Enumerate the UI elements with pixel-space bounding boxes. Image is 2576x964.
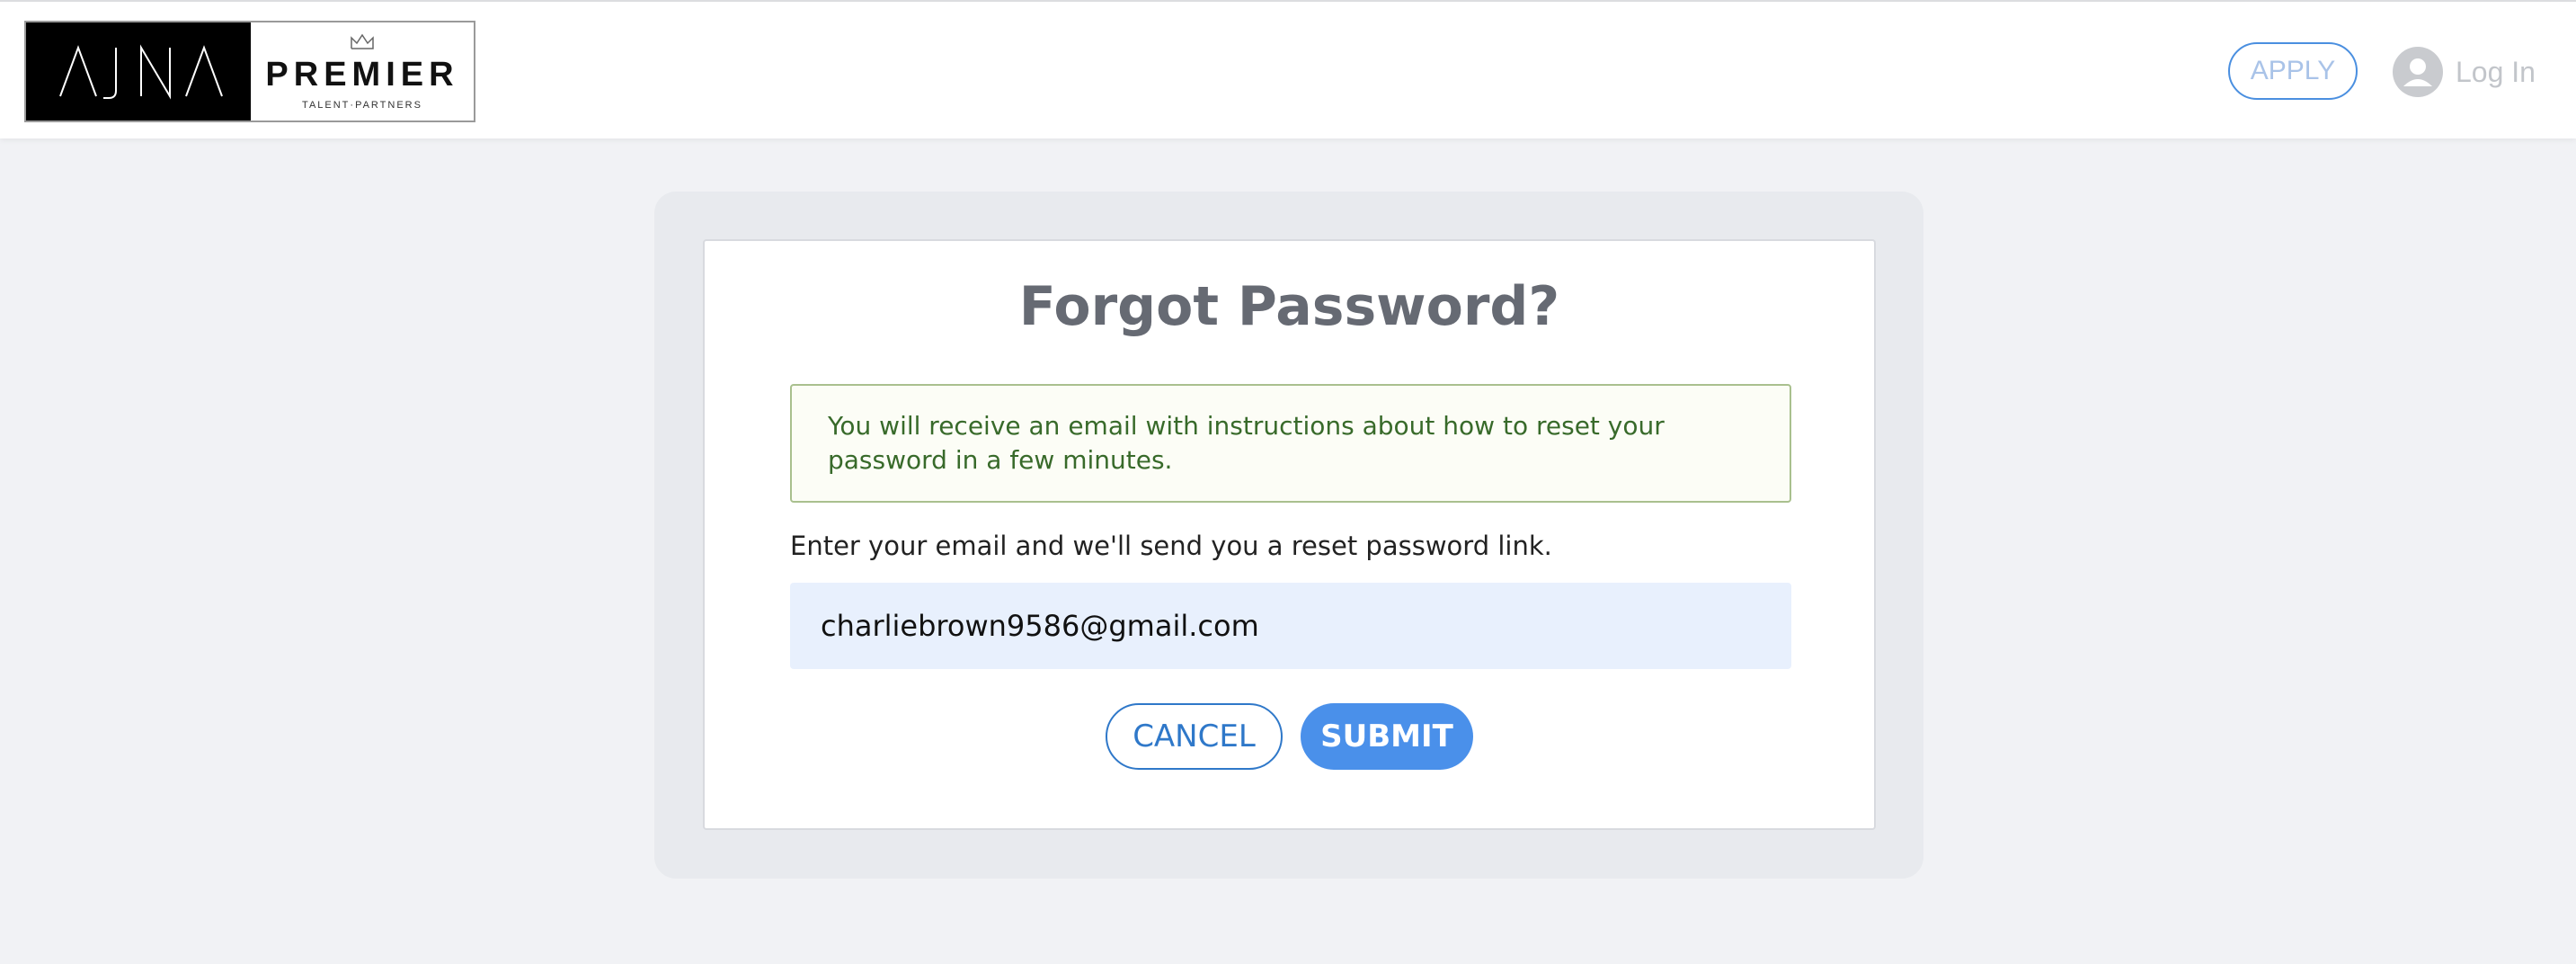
top-navbar: PREMIER TALENT·PARTNERS APPLY Log In	[0, 0, 2576, 138]
crown-icon	[351, 33, 374, 49]
form-actions: CANCEL SUBMIT	[705, 703, 1874, 770]
login-label: Log In	[2456, 55, 2536, 88]
apply-button[interactable]: APPLY	[2228, 42, 2358, 100]
ajna-logo-panel	[26, 22, 251, 120]
page-title: Forgot Password?	[1018, 275, 1560, 338]
brand-logo[interactable]: PREMIER TALENT·PARTNERS	[24, 21, 475, 122]
premier-brand-text: PREMIER	[265, 56, 459, 94]
email-instruction-label: Enter your email and we'll send you a re…	[790, 531, 1552, 561]
login-link[interactable]: Log In	[2393, 45, 2536, 99]
user-avatar-icon	[2393, 47, 2443, 97]
success-alert: You will receive an email with instructi…	[790, 384, 1791, 503]
cancel-button[interactable]: CANCEL	[1106, 703, 1283, 770]
forgot-password-card: Forgot Password? You will receive an ema…	[703, 239, 1876, 830]
premier-logo-panel: PREMIER TALENT·PARTNERS	[251, 22, 474, 120]
email-field[interactable]	[790, 583, 1791, 669]
submit-button[interactable]: SUBMIT	[1301, 703, 1473, 770]
premier-tagline: TALENT·PARTNERS	[302, 100, 422, 111]
ajna-wordmark	[59, 43, 223, 100]
